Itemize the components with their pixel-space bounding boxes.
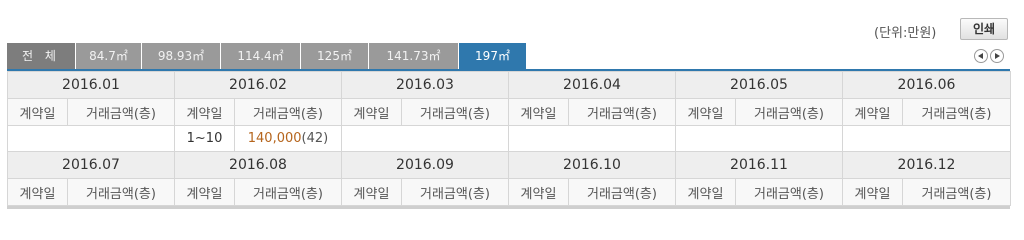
tab-125[interactable]: 125㎡ — [301, 43, 369, 69]
month-header: 2016.08 — [174, 151, 342, 179]
unit-label: (단위:만원) — [874, 26, 937, 41]
tab-197[interactable]: 197㎡ — [459, 43, 527, 69]
amount-col-header: 거래금액(층) — [568, 178, 676, 206]
date-col-header: 계약일 — [7, 178, 68, 206]
empty-cell — [675, 125, 843, 152]
date-col-header: 계약일 — [341, 98, 402, 126]
record-price: 140,000 — [247, 131, 302, 146]
area-tabs: 전 체 84.7㎡ 98.93㎡ 114.4㎡ 125㎡ 141.73㎡ 197… — [7, 43, 527, 69]
print-button[interactable]: 인쇄 — [960, 18, 1008, 40]
month-header: 2016.01 — [7, 71, 175, 99]
tab-141-73[interactable]: 141.73㎡ — [369, 43, 459, 69]
tab-84-7[interactable]: 84.7㎡ — [76, 43, 142, 69]
amount-col-header: 거래금액(층) — [401, 178, 509, 206]
date-col-header: 계약일 — [675, 98, 736, 126]
month-header: 2016.09 — [341, 151, 509, 179]
amount-col-header: 거래금액(층) — [902, 178, 1011, 206]
date-col-header: 계약일 — [508, 178, 569, 206]
date-col-header: 계약일 — [508, 98, 569, 126]
data-row: 1~10 140,000(42) — [7, 125, 1011, 152]
amount-col-header: 거래금액(층) — [67, 98, 175, 126]
month-header: 2016.11 — [675, 151, 843, 179]
column-header-row: 계약일 거래금액(층) 계약일 거래금액(층) 계약일 거래금액(층) 계약일 … — [7, 178, 1011, 206]
empty-cell — [842, 125, 1011, 152]
month-row: 2016.07 2016.08 2016.09 2016.10 2016.11 … — [7, 151, 1011, 179]
tab-98-93[interactable]: 98.93㎡ — [142, 43, 221, 69]
date-col-header: 계약일 — [341, 178, 402, 206]
tab-scroll-controls — [974, 49, 1004, 63]
tab-114-4[interactable]: 114.4㎡ — [221, 43, 301, 69]
amount-col-header: 거래금액(층) — [735, 98, 843, 126]
month-header: 2016.10 — [508, 151, 676, 179]
column-header-row: 계약일 거래금액(층) 계약일 거래금액(층) 계약일 거래금액(층) 계약일 … — [7, 98, 1011, 126]
amount-col-header: 거래금액(층) — [67, 178, 175, 206]
amount-col-header: 거래금액(층) — [735, 178, 843, 206]
amount-col-header: 거래금액(층) — [234, 178, 342, 206]
amount-col-header: 거래금액(층) — [568, 98, 676, 126]
record-date: 1~10 — [174, 125, 235, 152]
date-col-header: 계약일 — [174, 98, 235, 126]
empty-cell — [341, 125, 509, 152]
amount-col-header: 거래금액(층) — [401, 98, 509, 126]
date-col-header: 계약일 — [675, 178, 736, 206]
month-header: 2016.06 — [842, 71, 1011, 99]
arrow-left-icon[interactable] — [974, 49, 988, 63]
date-col-header: 계약일 — [842, 178, 903, 206]
tab-all[interactable]: 전 체 — [7, 43, 76, 69]
date-col-header: 계약일 — [7, 98, 68, 126]
record-amount: 140,000(42) — [234, 125, 342, 152]
month-header: 2016.04 — [508, 71, 676, 99]
month-header: 2016.07 — [7, 151, 175, 179]
month-header: 2016.05 — [675, 71, 843, 99]
arrow-right-icon[interactable] — [990, 49, 1004, 63]
empty-cell — [7, 125, 175, 152]
amount-col-header: 거래금액(층) — [234, 98, 342, 126]
empty-cell — [508, 125, 676, 152]
amount-col-header: 거래금액(층) — [902, 98, 1011, 126]
month-header: 2016.02 — [174, 71, 342, 99]
date-col-header: 계약일 — [842, 98, 903, 126]
transaction-table: 2016.01 2016.02 2016.03 2016.04 2016.05 … — [7, 69, 1011, 209]
month-header: 2016.12 — [842, 151, 1011, 179]
date-col-header: 계약일 — [174, 178, 235, 206]
month-header: 2016.03 — [341, 71, 509, 99]
record-floor: (42) — [301, 131, 329, 146]
month-row: 2016.01 2016.02 2016.03 2016.04 2016.05 … — [7, 71, 1011, 99]
